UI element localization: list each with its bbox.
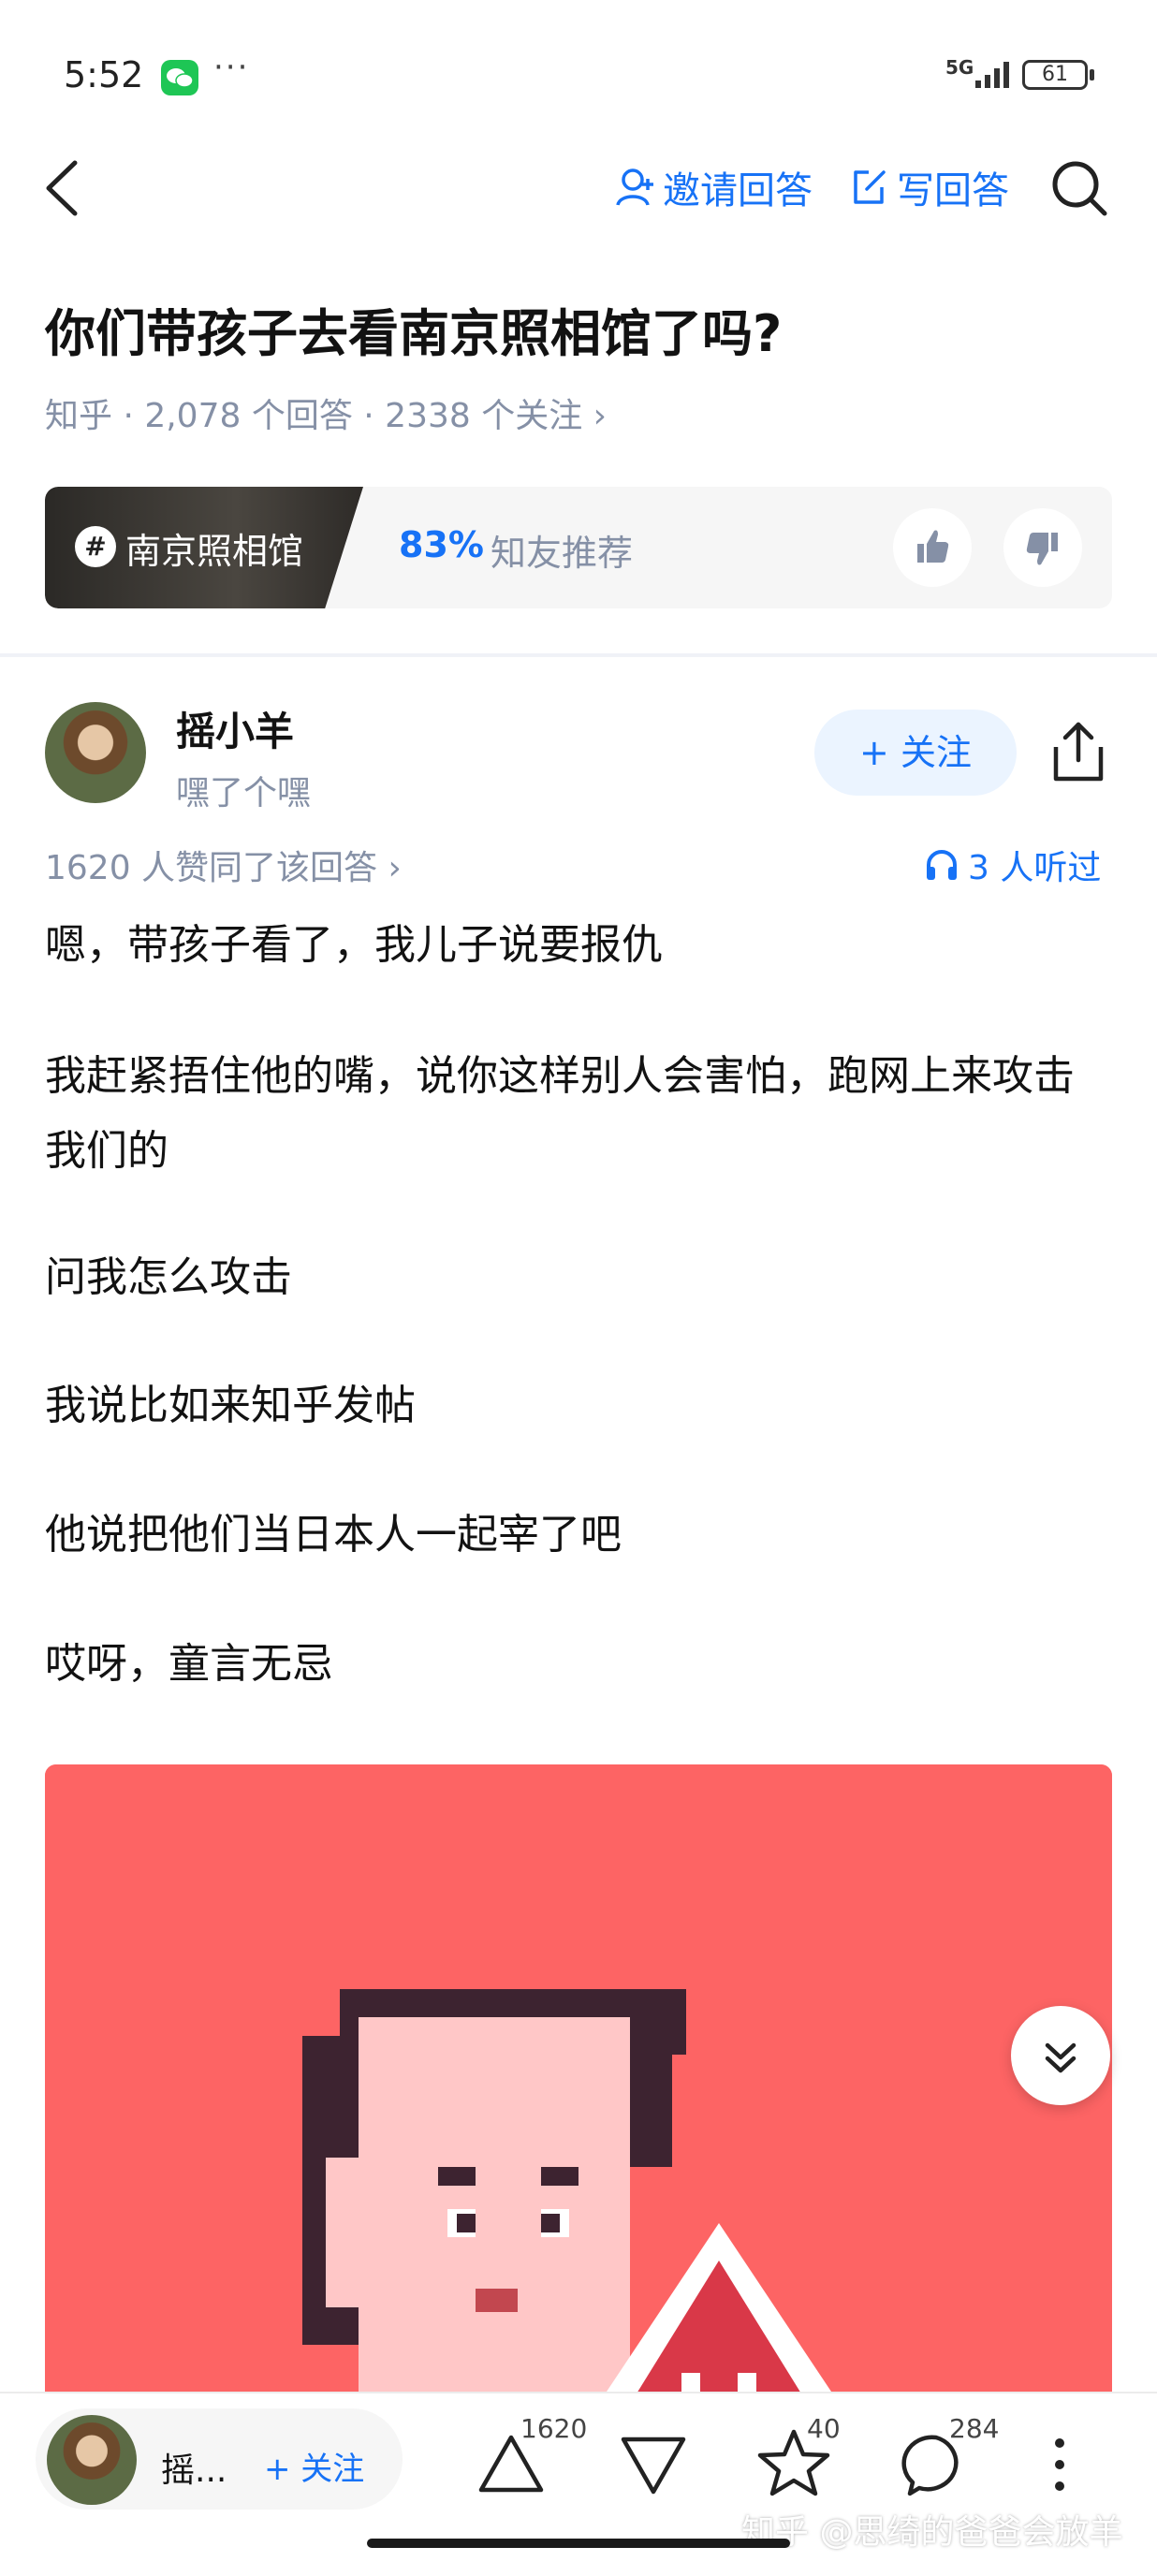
follow-button[interactable]: + 关注 bbox=[814, 710, 1017, 796]
more-options-icon[interactable] bbox=[1048, 2434, 1071, 2496]
question-meta[interactable]: 知乎 · 2,078 个回答 · 2338 个关注 › bbox=[45, 388, 607, 437]
listen-label: 3 人听过 bbox=[968, 849, 1102, 887]
comment-count: 284 bbox=[949, 2413, 1000, 2444]
bottom-author-name: 摇... bbox=[161, 2452, 227, 2490]
home-indicator[interactable] bbox=[367, 2539, 790, 2548]
downvote-icon[interactable] bbox=[618, 2434, 689, 2497]
author-avatar[interactable] bbox=[45, 702, 146, 803]
topic-name: 南京照相馆 bbox=[125, 531, 304, 572]
battery-indicator: 61 bbox=[1022, 60, 1088, 90]
favorite-count: 40 bbox=[807, 2413, 841, 2444]
recommend-label: 知友推荐 bbox=[491, 533, 634, 574]
invite-person-icon bbox=[616, 168, 653, 206]
thumbs-down-icon bbox=[1026, 533, 1058, 565]
topic-card[interactable]: # 南京照相馆 83% 知友推荐 bbox=[45, 487, 1112, 608]
listen-count[interactable]: 3 人听过 bbox=[923, 841, 1101, 889]
share-icon[interactable] bbox=[1048, 719, 1108, 784]
write-answer-button[interactable]: 写回答 bbox=[848, 164, 1009, 212]
answer-paragraph: 哎呀，童言无忌 bbox=[45, 1640, 333, 1688]
answer-paragraph: 问我怎么攻击 bbox=[45, 1253, 292, 1301]
bottom-author-avatar[interactable] bbox=[47, 2415, 137, 2505]
search-icon[interactable] bbox=[1048, 157, 1110, 219]
recommend-percent: 83% bbox=[399, 524, 484, 565]
hash-icon: # bbox=[75, 526, 116, 567]
answer-paragraph: 我赶紧捂住他的嘴，说你这样别人会害怕，跑网上来攻击我们的 bbox=[45, 1052, 1075, 1175]
watermark-text: 知乎 @思绮的爸爸会放羊 bbox=[741, 2513, 1123, 2552]
answer-paragraph: 嗯，带孩子看了，我儿子说要报仇 bbox=[45, 921, 663, 969]
scroll-next-button[interactable] bbox=[1011, 2006, 1110, 2105]
network-label: 5G bbox=[945, 56, 974, 79]
signal-icon bbox=[975, 62, 1009, 88]
section-divider bbox=[0, 653, 1157, 657]
write-answer-label: 写回答 bbox=[897, 169, 1009, 212]
thumbs-down-button[interactable] bbox=[1003, 508, 1082, 587]
answer-paragraph: 他说把他们当日本人一起宰了吧 bbox=[45, 1511, 622, 1559]
edit-icon bbox=[854, 170, 886, 204]
wechat-notification-icon bbox=[161, 60, 198, 95]
bottom-follow-button[interactable]: + 关注 bbox=[264, 2443, 364, 2489]
author-name[interactable]: 摇小羊 bbox=[176, 700, 294, 757]
question-title[interactable]: 你们带孩子去看南京照相馆了吗? bbox=[45, 292, 782, 366]
answer-paragraph: 我说比如来知乎发帖 bbox=[45, 1382, 416, 1429]
back-arrow-icon[interactable] bbox=[41, 157, 82, 219]
status-time: 5:52 bbox=[64, 54, 144, 95]
headphones-icon bbox=[927, 850, 957, 880]
thumbs-up-button[interactable] bbox=[893, 508, 972, 587]
battery-tip bbox=[1090, 69, 1094, 80]
likes-summary[interactable]: 1620 人赞同了该回答 › bbox=[45, 841, 402, 889]
author-bio: 嘿了个嘿 bbox=[176, 774, 312, 812]
invite-answer-button[interactable]: 邀请回答 bbox=[614, 164, 813, 212]
invite-answer-label: 邀请回答 bbox=[663, 169, 813, 212]
more-notifications-icon: ··· bbox=[213, 49, 250, 86]
double-chevron-down-icon bbox=[1045, 2042, 1076, 2073]
thumbs-up-icon bbox=[917, 530, 949, 563]
upvote-count: 1620 bbox=[520, 2413, 588, 2444]
